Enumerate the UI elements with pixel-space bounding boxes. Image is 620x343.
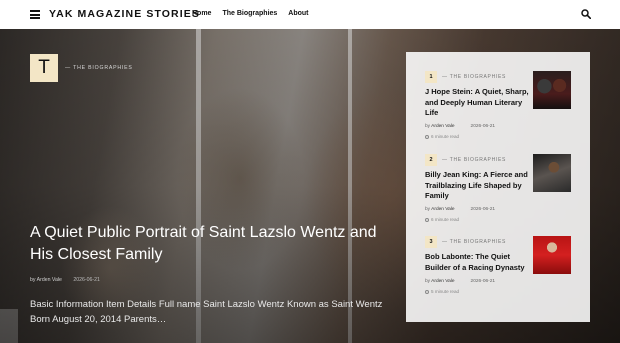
clock-icon bbox=[425, 134, 429, 139]
search-icon[interactable] bbox=[581, 9, 591, 19]
item-number: 3 bbox=[425, 236, 437, 248]
item-title[interactable]: Billy Jean King: A Fierce and Trailblazi… bbox=[425, 170, 529, 202]
item-date: 2026-06-21 bbox=[470, 124, 496, 129]
nav-the-biographies[interactable]: The Biographies bbox=[222, 10, 277, 17]
read-time-label: 6 minute read bbox=[431, 217, 460, 222]
item-author[interactable]: Arden Vale bbox=[431, 124, 454, 129]
hero-date: 2026-06-21 bbox=[73, 277, 100, 283]
read-time-label: 5 minute read bbox=[431, 289, 460, 294]
item-number: 2 bbox=[425, 154, 437, 166]
nav-about[interactable]: About bbox=[288, 10, 308, 17]
item-thumbnail[interactable] bbox=[533, 236, 571, 274]
author-prefix: by bbox=[425, 207, 431, 212]
item-title[interactable]: J Hope Stein: A Quiet, Sharp, and Deeply… bbox=[425, 87, 529, 119]
author-prefix: by bbox=[30, 277, 36, 283]
item-date: 2026-06-21 bbox=[470, 279, 496, 284]
item-number: 1 bbox=[425, 71, 437, 83]
site-header: YAK MAGAZINE STORIES Home The Biographie… bbox=[0, 0, 620, 29]
item-meta: by Arden Vale 2026-06-21 bbox=[425, 279, 495, 284]
clock-icon bbox=[425, 217, 429, 222]
popular-posts-panel: 1 — THE BIOGRAPHIES J Hope Stein: A Quie… bbox=[406, 52, 590, 322]
item-thumbnail[interactable] bbox=[533, 71, 571, 109]
item-read-time: 6 minute read bbox=[425, 217, 459, 222]
menu-icon[interactable] bbox=[30, 10, 40, 19]
item-thumbnail[interactable] bbox=[533, 154, 571, 192]
main-nav: Home The Biographies About bbox=[192, 10, 309, 17]
hero-meta: by Arden Vale 2026-06-21 bbox=[30, 277, 100, 283]
hero-title[interactable]: A Quiet Public Portrait of Saint Lazslo … bbox=[30, 222, 400, 266]
item-category[interactable]: — THE BIOGRAPHIES bbox=[442, 74, 506, 80]
item-category[interactable]: — THE BIOGRAPHIES bbox=[442, 239, 506, 245]
site-brand[interactable]: YAK MAGAZINE STORIES bbox=[49, 8, 200, 20]
hero-category[interactable]: — THE BIOGRAPHIES bbox=[65, 65, 133, 71]
read-time-label: 6 minute read bbox=[431, 134, 460, 139]
item-meta: by Arden Vale 2026-06-21 bbox=[425, 207, 495, 212]
category-badge[interactable]: T bbox=[30, 54, 58, 82]
item-title[interactable]: Bob Labonte: The Quiet Builder of a Raci… bbox=[425, 252, 529, 273]
item-category[interactable]: — THE BIOGRAPHIES bbox=[442, 157, 506, 163]
hero-author[interactable]: Arden Vale bbox=[37, 277, 62, 283]
item-read-time: 5 minute read bbox=[425, 289, 459, 294]
author-prefix: by bbox=[425, 279, 431, 284]
item-date: 2026-06-21 bbox=[470, 207, 496, 212]
item-author[interactable]: Arden Vale bbox=[431, 207, 454, 212]
item-meta: by Arden Vale 2026-06-21 bbox=[425, 124, 495, 129]
hero-excerpt: Basic Information Item Details Full name… bbox=[30, 299, 383, 325]
item-author[interactable]: Arden Vale bbox=[431, 279, 454, 284]
clock-icon bbox=[425, 289, 429, 294]
item-read-time: 6 minute read bbox=[425, 134, 459, 139]
nav-home[interactable]: Home bbox=[192, 10, 211, 17]
author-prefix: by bbox=[425, 124, 431, 129]
